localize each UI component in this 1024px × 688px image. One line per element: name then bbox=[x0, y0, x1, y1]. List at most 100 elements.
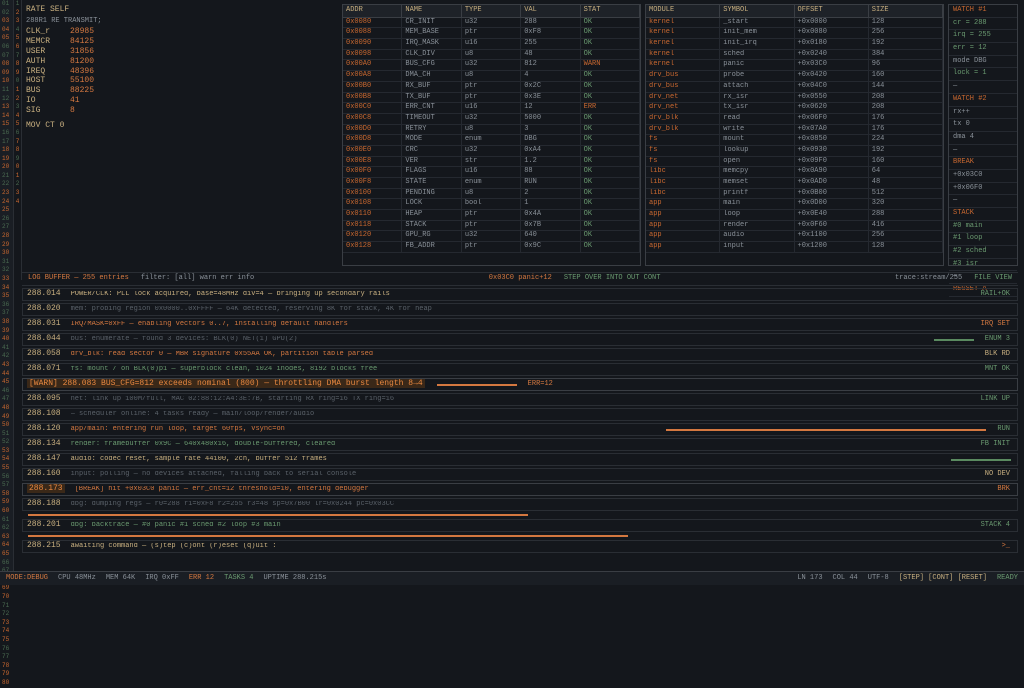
watch-item[interactable]: — bbox=[949, 145, 1017, 158]
table-header-cell[interactable]: SIZE bbox=[869, 5, 943, 17]
table-header-cell[interactable]: STAT bbox=[581, 5, 640, 17]
table-row[interactable]: fslookup+0x0930192 bbox=[646, 146, 943, 157]
table-row[interactable]: drv_nettx_isr+0x0620208 bbox=[646, 103, 943, 114]
log-row[interactable]: 288.215awaiting command — (s)tep (c)ont … bbox=[22, 540, 1018, 553]
log-row[interactable]: 288.095net: link up 100M/full, MAC 02:88… bbox=[22, 393, 1018, 406]
symbol-table[interactable]: MODULESYMBOLOFFSETSIZE kernel_start+0x00… bbox=[645, 4, 944, 266]
watch-item[interactable]: #1 loop bbox=[949, 233, 1017, 246]
table-header-cell[interactable]: ADDR bbox=[343, 5, 402, 17]
watch-item[interactable]: #2 sched bbox=[949, 246, 1017, 259]
table-row[interactable]: 0x0100PENDINGu82OK bbox=[343, 189, 640, 200]
table-row[interactable]: kernelpanic+0x03C096 bbox=[646, 60, 943, 71]
watch-item[interactable]: rx++ bbox=[949, 107, 1017, 120]
step-controls[interactable]: STEP OVER INTO OUT CONT bbox=[564, 275, 661, 283]
watch-item[interactable]: WATCH #1 bbox=[949, 5, 1017, 18]
log-row[interactable] bbox=[22, 534, 1018, 538]
table-row[interactable]: 0x0110HEAPptr0x4AOK bbox=[343, 210, 640, 221]
watch-item[interactable]: STACK bbox=[949, 208, 1017, 221]
watch-item[interactable]: err = 12 bbox=[949, 43, 1017, 56]
table-row[interactable]: appinput+0x1200128 bbox=[646, 242, 943, 253]
watch-item[interactable]: cr = 288 bbox=[949, 18, 1017, 31]
table-row[interactable]: 0x0120GPU_RGu32640OK bbox=[343, 231, 640, 242]
watch-item[interactable]: +0x06F0 bbox=[949, 183, 1017, 196]
watch-item[interactable]: — bbox=[949, 195, 1017, 208]
table-row[interactable]: 0x0108LOCKbool1OK bbox=[343, 199, 640, 210]
watch-panel[interactable]: WATCH #1cr = 288irq = 255err = 12mode DB… bbox=[948, 4, 1018, 266]
table-row[interactable]: drv_blkwrite+0x07A0176 bbox=[646, 125, 943, 136]
table-row[interactable]: fsopen+0x09F0160 bbox=[646, 157, 943, 168]
table-header-cell[interactable]: VAL bbox=[521, 5, 580, 17]
log-row[interactable]: 288.120app/main: entering run loop, targ… bbox=[22, 423, 1018, 436]
table-row[interactable]: appmain+0x0D00320 bbox=[646, 199, 943, 210]
table-row[interactable]: 0x0128FB_ADDRptr0x9COK bbox=[343, 242, 640, 253]
table-row[interactable]: 0x00F8STATEenumRUNOK bbox=[343, 178, 640, 189]
watch-item[interactable]: irq = 255 bbox=[949, 30, 1017, 43]
log-row[interactable]: [WARN] 288.083 BUS_CFG=812 exceeds nomin… bbox=[22, 378, 1018, 391]
table-row[interactable]: libcmemset+0x0AD048 bbox=[646, 178, 943, 189]
log-buffer[interactable]: 288.014POWER/CLK: PLL lock acquired, bas… bbox=[22, 288, 1018, 569]
watch-item[interactable]: WATCH #2 bbox=[949, 94, 1017, 107]
table-row[interactable]: kernelsched+0x0240384 bbox=[646, 50, 943, 61]
table-row[interactable]: apprender+0x0F60416 bbox=[646, 221, 943, 232]
table-row[interactable]: libcmemcpy+0x0A9064 bbox=[646, 167, 943, 178]
table-row[interactable]: 0x0080CR_INITu32288OK bbox=[343, 18, 640, 29]
watch-item[interactable]: +0x03C0 bbox=[949, 170, 1017, 183]
log-row[interactable]: 288.160input: polling — no devices attac… bbox=[22, 468, 1018, 481]
log-row[interactable]: 288.071fs: mount / on BLK(0)p1 — superbl… bbox=[22, 363, 1018, 376]
log-row[interactable]: 288.020mem: probing region 0x0000..0xFFF… bbox=[22, 303, 1018, 316]
log-row[interactable]: 288.014POWER/CLK: PLL lock acquired, bas… bbox=[22, 288, 1018, 301]
table-row[interactable]: 0x00D8MODEenumDBGOK bbox=[343, 135, 640, 146]
table-row[interactable]: 0x00C0ERR_CNTu1612ERR bbox=[343, 103, 640, 114]
table-row[interactable]: 0x0098CLK_DIVu848OK bbox=[343, 50, 640, 61]
table-row[interactable]: kernel_start+0x0000128 bbox=[646, 18, 943, 29]
table-row[interactable]: 0x00B8TX_BUFptr0x3EOK bbox=[343, 93, 640, 104]
table-row[interactable]: kernelinit_irq+0x0180192 bbox=[646, 39, 943, 50]
log-row[interactable]: 288.134render: framebuffer 0x9C — 640x48… bbox=[22, 438, 1018, 451]
table-row[interactable]: 0x00E0CRCu320xA4OK bbox=[343, 146, 640, 157]
table-row[interactable]: 0x0088MEM_BASEptr0xF8OK bbox=[343, 28, 640, 39]
watch-item[interactable]: tx 0 bbox=[949, 119, 1017, 132]
table-row[interactable]: kernelinit_mem+0x0080256 bbox=[646, 28, 943, 39]
table-row[interactable]: drv_busprobe+0x0420160 bbox=[646, 71, 943, 82]
table-row[interactable]: 0x0090IRQ_MASKu16255OK bbox=[343, 39, 640, 50]
table-row[interactable]: 0x00A8DMA_CHu84OK bbox=[343, 71, 640, 82]
table-row[interactable]: apploop+0x0E40288 bbox=[646, 210, 943, 221]
footer-controls[interactable]: [STEP] [CONT] [RESET] bbox=[899, 575, 987, 583]
table-row[interactable]: drv_netrx_isr+0x0550208 bbox=[646, 93, 943, 104]
table-row[interactable]: 0x00A0BUS_CFGu32812WARN bbox=[343, 60, 640, 71]
watch-item[interactable]: #3 isr bbox=[949, 259, 1017, 272]
table-row[interactable]: fsmount+0x0850224 bbox=[646, 135, 943, 146]
table-header-cell[interactable]: OFFSET bbox=[795, 5, 869, 17]
watch-item[interactable]: dma 4 bbox=[949, 132, 1017, 145]
table-header-cell[interactable]: MODULE bbox=[646, 5, 720, 17]
watch-item[interactable]: mode DBG bbox=[949, 56, 1017, 69]
table-row[interactable]: 0x00C8TIMEOUTu325000OK bbox=[343, 114, 640, 125]
table-header-cell[interactable]: TYPE bbox=[462, 5, 521, 17]
table-row[interactable]: 0x00D0RETRYu83OK bbox=[343, 125, 640, 136]
table-row[interactable]: libcprintf+0x0B00512 bbox=[646, 189, 943, 200]
watch-item[interactable]: — bbox=[949, 81, 1017, 94]
log-row[interactable]: 288.201dbg: backtrace — #0 panic #1 sche… bbox=[22, 519, 1018, 532]
log-row[interactable]: 288.173[BREAK] hit +0x03C0 panic — err_c… bbox=[22, 483, 1018, 496]
watch-item[interactable]: lock = 1 bbox=[949, 68, 1017, 81]
table-row[interactable]: drv_busattach+0x04C0144 bbox=[646, 82, 943, 93]
memory-table[interactable]: ADDRNAMETYPEVALSTAT 0x0080CR_INITu32288O… bbox=[342, 4, 641, 266]
log-filter[interactable]: filter: [all] warn err info bbox=[141, 275, 254, 283]
log-row[interactable]: 288.058drv_blk: read sector 0 — MBR sign… bbox=[22, 348, 1018, 361]
table-row[interactable]: 0x00B0RX_BUFptr0x2COK bbox=[343, 82, 640, 93]
log-row[interactable]: 288.188dbg: dumping regs — r0=288 r1=0xF… bbox=[22, 498, 1018, 511]
log-row[interactable]: 288.108— scheduler online: 4 tasks ready… bbox=[22, 408, 1018, 421]
view-mode[interactable]: FILE VIEW bbox=[974, 275, 1012, 283]
log-row[interactable]: 288.147audio: codec reset, sample rate 4… bbox=[22, 453, 1018, 466]
watch-item[interactable]: BREAK bbox=[949, 157, 1017, 170]
table-row[interactable]: drv_blkread+0x06F0176 bbox=[646, 114, 943, 125]
table-row[interactable]: 0x0118STACKptr0x7BOK bbox=[343, 221, 640, 232]
table-row[interactable]: 0x00F0FLAGSu1688OK bbox=[343, 167, 640, 178]
table-header-cell[interactable]: SYMBOL bbox=[720, 5, 794, 17]
watch-item[interactable]: #0 main bbox=[949, 221, 1017, 234]
log-row[interactable] bbox=[22, 513, 1018, 517]
log-row[interactable]: 288.044bus: enumerate — found 3 devices:… bbox=[22, 333, 1018, 346]
table-row[interactable]: 0x00E8VERstr1.2OK bbox=[343, 157, 640, 168]
log-row[interactable]: 288.031IRQ/MASK=0xFF — enabling vectors … bbox=[22, 318, 1018, 331]
table-header-cell[interactable]: NAME bbox=[402, 5, 461, 17]
